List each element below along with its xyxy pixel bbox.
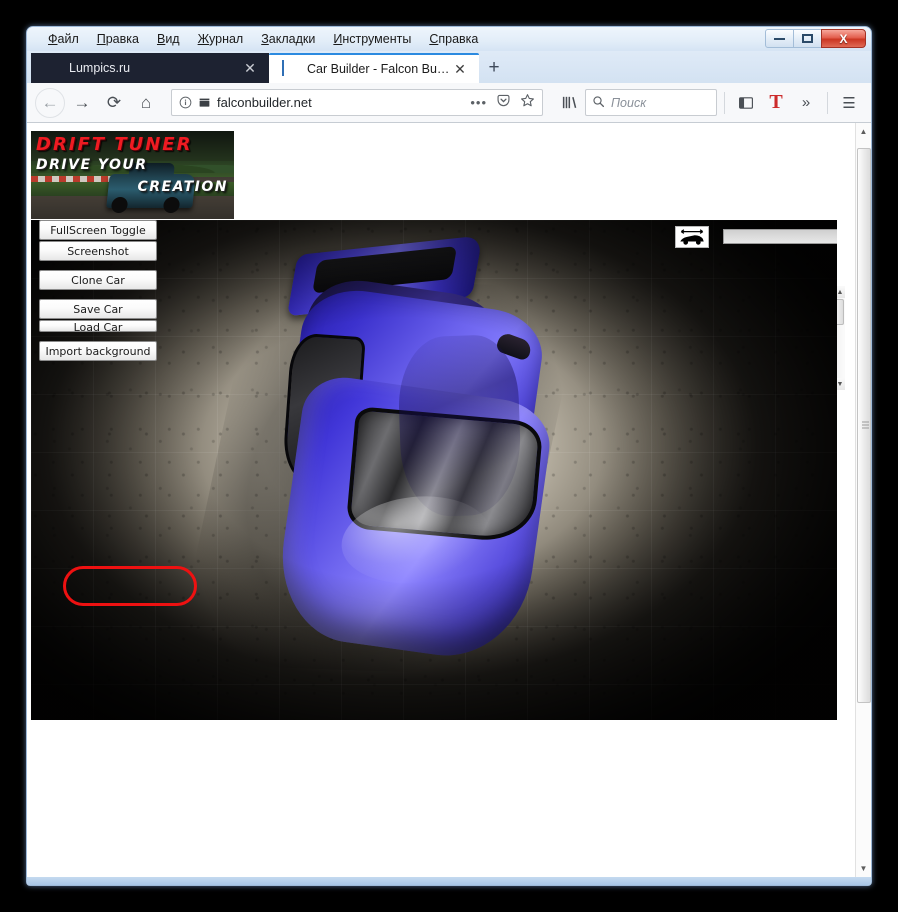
tab-close-icon[interactable]: ✕ (451, 61, 469, 78)
menu-item-tools[interactable]: Инструменты (324, 30, 420, 48)
menu-item-help[interactable]: Справка (420, 30, 487, 48)
text-mode-icon[interactable]: T (762, 89, 790, 117)
pocket-icon[interactable] (496, 93, 511, 113)
toolbar-divider-2 (827, 92, 828, 114)
page-canvas: DRIFT TUNER DRIVE YOUR CREATION Models|P… (27, 123, 845, 877)
tab-car-builder[interactable]: Car Builder - Falcon Builder ✕ (269, 53, 479, 83)
page-scroll-thumb[interactable] (857, 148, 871, 703)
menu-item-file-rest: айл (58, 32, 79, 46)
home-button[interactable]: ⌂ (131, 88, 161, 118)
menu-accel: Ж (198, 32, 209, 46)
overflow-icon[interactable]: » (792, 89, 820, 117)
clone-car-button[interactable]: Clone Car (39, 270, 157, 290)
more-actions-icon[interactable]: ••• (470, 95, 487, 110)
forward-button[interactable]: → (67, 88, 97, 118)
minimize-icon (774, 37, 785, 40)
menu-accel: С (429, 32, 438, 46)
menu-accel: П (97, 32, 106, 46)
menu-item-edit[interactable]: Правка (88, 30, 148, 48)
menu-item-tools-rest: нструменты (342, 32, 411, 46)
search-input[interactable]: Поиск (611, 96, 646, 110)
menu-accel: И (333, 32, 342, 46)
reader-view-icon[interactable] (198, 96, 211, 109)
new-tab-button[interactable]: + (479, 53, 509, 83)
menu-item-view-rest: ид (165, 32, 179, 46)
blue-grid-icon (282, 61, 298, 77)
navigation-toolbar: ← → ⟳ ⌂ falconbuilder.net ••• (27, 83, 871, 123)
search-bar[interactable]: Поиск (585, 89, 717, 116)
url-bar-actions: ••• (470, 93, 535, 113)
tab-title: Lumpics.ru (69, 61, 241, 75)
library-icon[interactable] (555, 89, 583, 117)
reload-button[interactable]: ⟳ (99, 88, 129, 118)
import-background-button[interactable]: Import background (39, 341, 157, 361)
search-icon (592, 95, 605, 111)
menu-item-help-rest: правка (438, 32, 478, 46)
browser-window: Файл Правка Вид Журнал Закладки Инструме… (26, 26, 872, 886)
menu-item-edit-rest: равка (106, 32, 139, 46)
car-3d-viewport[interactable]: FullScreen Toggle Screenshot Clone Car S… (31, 220, 837, 720)
fullscreen-toggle-button[interactable]: FullScreen Toggle (39, 220, 157, 240)
load-car-button[interactable]: Load Car (39, 320, 157, 332)
save-car-button[interactable]: Save Car (39, 299, 157, 319)
page-scroll-down-arrow[interactable]: ▼ (856, 860, 872, 877)
tab-title: Car Builder - Falcon Builder (307, 62, 451, 76)
scroll-grip (862, 421, 869, 430)
orange-circle-icon (44, 60, 60, 76)
car-width-icon[interactable] (675, 226, 709, 248)
menu-accel: З (261, 32, 269, 46)
page-vertical-scrollbar[interactable]: ▲ ▼ (855, 123, 871, 877)
menu-item-bookmarks[interactable]: Закладки (252, 30, 324, 48)
banner-title: DRIFT TUNER (36, 134, 192, 155)
title-bar: Файл Правка Вид Журнал Закладки Инструме… (27, 27, 871, 51)
menu-item-history[interactable]: Журнал (189, 30, 253, 48)
window-controls: X (766, 29, 866, 48)
menu-item-file[interactable]: Файл (39, 30, 88, 48)
restore-icon (802, 34, 813, 43)
sidebar-icon[interactable] (732, 89, 760, 117)
menu-item-bookmarks-rest: акладки (269, 32, 316, 46)
menu-accel: Ф (48, 32, 58, 46)
url-text: falconbuilder.net (217, 95, 464, 110)
menu-item-history-rest: урнал (209, 32, 243, 46)
banner-subtitle-2: CREATION (138, 179, 229, 195)
tab-lumpics[interactable]: Lumpics.ru ✕ (31, 53, 269, 83)
menu-bar: Файл Правка Вид Журнал Закладки Инструме… (27, 30, 487, 48)
maximize-button[interactable] (793, 29, 822, 48)
page-content: DRIFT TUNER DRIVE YOUR CREATION Models|P… (27, 123, 871, 886)
hamburger-menu-icon[interactable]: ☰ (835, 89, 863, 117)
star-icon[interactable] (520, 93, 535, 113)
close-button[interactable]: X (821, 29, 866, 48)
page-scroll-up-arrow[interactable]: ▲ (856, 123, 872, 140)
camera-zoom-slider[interactable] (723, 229, 837, 244)
toolbar-divider (724, 92, 725, 114)
close-icon: X (839, 32, 847, 46)
tab-strip: Lumpics.ru ✕ Car Builder - Falcon Builde… (27, 51, 871, 83)
page-scroll-track[interactable] (856, 140, 872, 860)
site-banner: DRIFT TUNER DRIVE YOUR CREATION (31, 131, 234, 219)
banner-subtitle-1: DRIVE YOUR (36, 157, 148, 173)
minimize-button[interactable] (765, 29, 794, 48)
info-circle-icon[interactable] (179, 96, 192, 109)
back-button[interactable]: ← (35, 88, 65, 118)
window-bottom-edge (27, 877, 871, 885)
menu-item-view[interactable]: Вид (148, 30, 189, 48)
tab-close-icon[interactable]: ✕ (241, 60, 259, 77)
screenshot-button[interactable]: Screenshot (39, 241, 157, 261)
viewer-button-panel: FullScreen Toggle Screenshot Clone Car S… (39, 220, 157, 362)
url-bar[interactable]: falconbuilder.net ••• (171, 89, 543, 116)
